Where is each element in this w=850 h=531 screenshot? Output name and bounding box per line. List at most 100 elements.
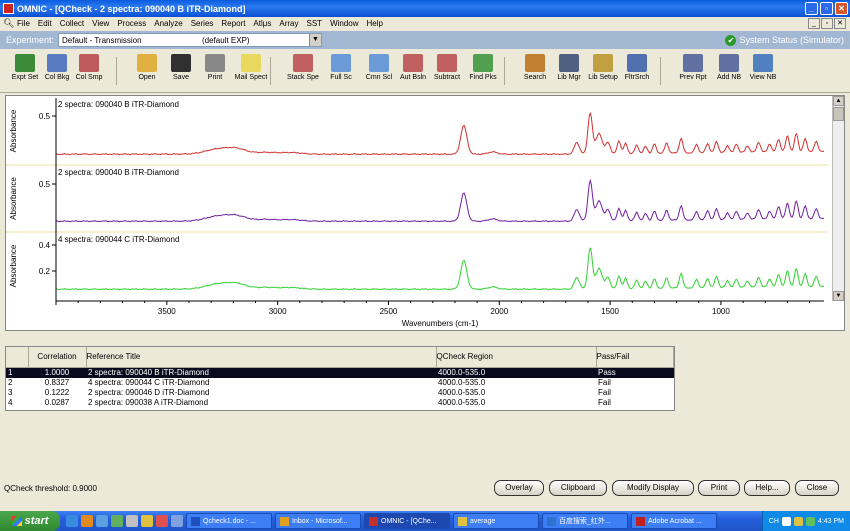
desktop-icon[interactable] [66, 515, 78, 527]
open-folder-icon [137, 54, 157, 72]
app-icon[interactable] [156, 515, 168, 527]
menu-array[interactable]: Array [275, 19, 302, 28]
header-correlation[interactable]: Correlation [28, 347, 87, 368]
tray-icon[interactable] [793, 516, 803, 526]
fltrsrch-button[interactable]: FltrSrch [614, 54, 660, 90]
experiment-bar: Experiment: Default - Transmission (defa… [0, 31, 850, 49]
save-disk-icon [171, 54, 191, 72]
find-pks-button[interactable]: Find Pks [460, 54, 506, 90]
scroll-up-icon[interactable]: ▲ [833, 96, 844, 106]
col-smp-button[interactable]: Col Smp [66, 54, 112, 90]
menu-window[interactable]: Window [326, 19, 362, 28]
check-circle-icon: ✔ [725, 34, 737, 46]
menu-edit[interactable]: Edit [34, 19, 56, 28]
taskbar-task[interactable]: Inbox - Microsof... [275, 513, 361, 529]
start-button[interactable]: start [0, 511, 60, 531]
app-icon[interactable] [171, 515, 183, 527]
menu-collect[interactable]: Collect [56, 19, 88, 28]
experiment-select[interactable]: Default - Transmission (default EXP) ▼ [58, 33, 322, 47]
menu-series[interactable]: Series [187, 19, 218, 28]
toolbar-button-label: Save [173, 74, 189, 81]
menu-report[interactable]: Report [217, 19, 249, 28]
ie-icon[interactable] [96, 515, 108, 527]
minimize-button[interactable]: _ [805, 2, 818, 15]
table-row[interactable]: 2 0.8327 4 spectra: 090044 C iTR-Diamond… [6, 378, 674, 388]
menu-file[interactable]: File [13, 19, 34, 28]
magnifier-icon[interactable]: 🔍︎ [3, 18, 14, 29]
header-qcheck-region[interactable]: QCheck Region [436, 347, 597, 368]
taskbar-task[interactable]: 百度搜索_红外... [542, 513, 628, 529]
quick-launch [66, 515, 183, 527]
header-pass-fail[interactable]: Pass/Fail [596, 347, 674, 368]
row-correlation: 0.0287 [44, 397, 70, 407]
modify-display-button[interactable]: Modify Display [612, 480, 694, 496]
header-index [6, 347, 29, 368]
chevron-down-icon[interactable]: ▼ [309, 34, 321, 46]
qcheck-threshold: QCheck threshold: 0.9000 [4, 484, 97, 493]
toolbar-button-label: Cmn Scl [365, 74, 393, 81]
maximize-button[interactable]: ▫ [820, 2, 833, 15]
x-tick-label: 2500 [380, 307, 398, 316]
mdi-restore-button[interactable]: ▫ [821, 18, 833, 29]
task-app-icon [369, 516, 378, 526]
view-nb-button[interactable]: View NB [740, 54, 786, 90]
clipboard-button[interactable]: Clipboard [549, 480, 607, 496]
tray-icon[interactable] [805, 516, 815, 526]
scroll-down-icon[interactable]: ▼ [833, 291, 844, 301]
header-reference-title[interactable]: Reference Title [86, 347, 437, 368]
spectra-scrollbar[interactable]: ▲ ▼ [832, 96, 844, 301]
menu-view[interactable]: View [88, 19, 113, 28]
spectrum-trace [55, 112, 825, 156]
app-icon[interactable] [111, 515, 123, 527]
toolbar-button-label: Lib Mgr [557, 74, 581, 81]
results-table: Correlation Reference Title QCheck Regio… [5, 346, 675, 411]
menu-analyze[interactable]: Analyze [150, 19, 186, 28]
table-row[interactable]: 3 0.1222 2 spectra: 090046 D iTR-Diamond… [6, 388, 674, 398]
scroll-thumb[interactable] [833, 107, 844, 121]
spectra-display[interactable]: 2 spectra: 090040 B iTR-Diamond Absorbanc… [5, 95, 845, 331]
toolbar-button-label: Search [523, 74, 547, 81]
toolbar-separator [504, 57, 505, 85]
help-button[interactable]: Help... [744, 480, 790, 496]
taskbar-task[interactable]: OMNIC - [QChe... [364, 513, 450, 529]
mdi-minimize-button[interactable]: _ [808, 18, 820, 29]
row-index: 1 [6, 367, 28, 378]
table-row[interactable]: 1 1.0000 2 spectra: 090040 B iTR-Diamond… [6, 367, 674, 378]
experiment-file: (default EXP) [202, 35, 250, 45]
system-status-text: System Status (Simulator) [739, 35, 844, 45]
overlay-button[interactable]: Overlay [494, 480, 544, 496]
taskbar-task[interactable]: Qcheck1.doc - ... [186, 513, 272, 529]
mail-spect-button[interactable]: Mail Spect [228, 54, 274, 90]
trace-label: 2 spectra: 090040 B iTR-Diamond [58, 100, 179, 109]
menu-sst[interactable]: SST [303, 19, 327, 28]
close-window-button[interactable]: ✕ [835, 2, 848, 15]
system-status[interactable]: ✔ System Status (Simulator) [725, 34, 844, 46]
row-reference-title: 4 spectra: 090044 C iTR-Diamond [88, 377, 210, 387]
close-button[interactable]: Close [795, 480, 839, 496]
results-header-row: Correlation Reference Title QCheck Regio… [6, 347, 674, 368]
menu-atlus[interactable]: Atlμs [249, 19, 275, 28]
task-label: 百度搜索_红外... [559, 518, 611, 525]
outlook-icon[interactable] [81, 515, 93, 527]
menu-process[interactable]: Process [113, 19, 150, 28]
windows-flag-icon [11, 516, 22, 526]
print-button[interactable]: Print [698, 480, 740, 496]
mdi-close-button[interactable]: ✕ [834, 18, 846, 29]
taskbar-task[interactable]: average [453, 513, 539, 529]
preview-report-icon [683, 54, 703, 72]
folder-icon[interactable] [141, 515, 153, 527]
app-icon[interactable] [126, 515, 138, 527]
language-indicator[interactable]: CH [769, 518, 779, 525]
row-reference-title: 2 spectra: 090038 A iTR-Diamond [88, 397, 209, 407]
table-row[interactable]: 4 0.0287 2 spectra: 090038 A iTR-Diamond… [6, 398, 674, 408]
mdi-controls: _ ▫ ✕ [808, 18, 846, 29]
toolbar-separator [116, 57, 117, 85]
menu-help[interactable]: Help [363, 19, 387, 28]
trace-label: 2 spectra: 090040 B iTR-Diamond [58, 168, 179, 177]
row-pass-fail: Fail [598, 387, 611, 397]
task-app-icon [191, 516, 200, 526]
window-title: OMNIC - [QCheck - 2 spectra: 090040 B iT… [17, 3, 246, 14]
y-tick-label: 0.5 [39, 112, 51, 121]
taskbar-task[interactable]: Adobe Acrobat ... [631, 513, 717, 529]
tray-icon[interactable] [781, 516, 791, 526]
